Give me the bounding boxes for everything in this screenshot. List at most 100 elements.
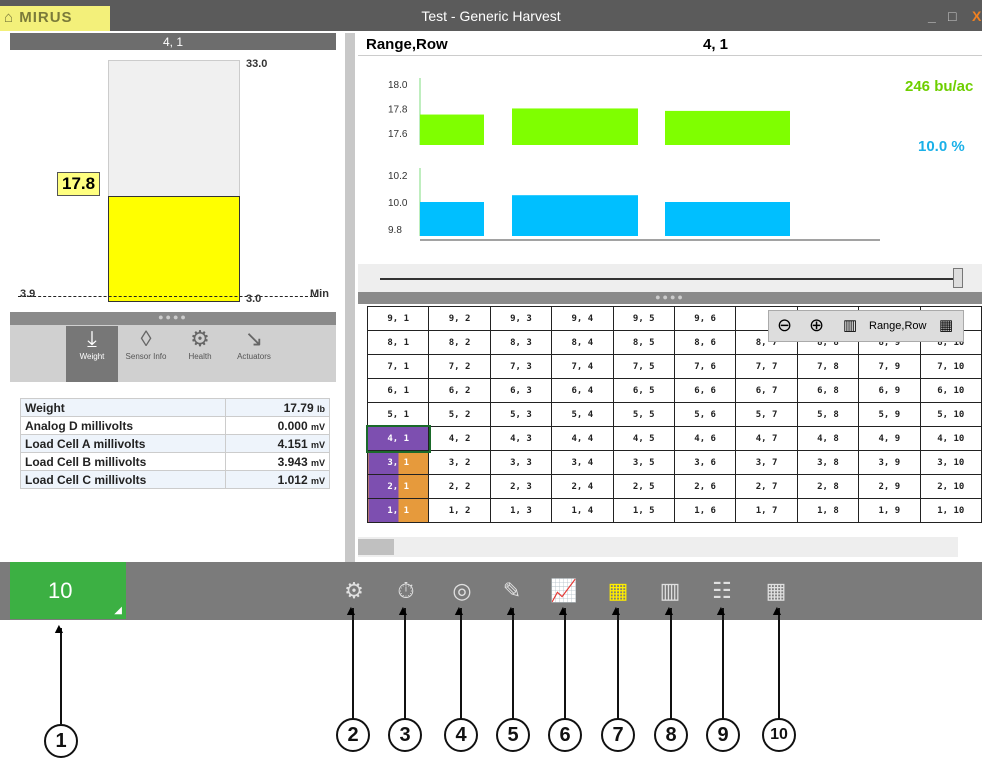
grid-cell[interactable]: 9, 1: [366, 306, 430, 331]
grid-cell[interactable]: 8, 6: [673, 330, 737, 355]
grid-cell[interactable]: 5, 4: [551, 402, 614, 427]
grid-cell[interactable]: 4, 1: [365, 424, 431, 453]
grid-cell[interactable]: 4, 8: [796, 426, 860, 451]
grid-cell[interactable]: 2, 5: [612, 474, 675, 499]
grid-cell[interactable]: 5, 1: [366, 402, 430, 427]
grid-cell[interactable]: 8, 4: [551, 330, 614, 355]
grid-cell[interactable]: 2, 1: [366, 474, 430, 499]
grid-cell[interactable]: 3, 8: [796, 450, 860, 475]
zoom-out-icon[interactable]: ⊖: [777, 315, 792, 336]
grid-cell[interactable]: 7, 4: [551, 354, 614, 379]
maximize-button[interactable]: □: [948, 8, 956, 24]
right-panel-splitter[interactable]: ●●●●: [358, 292, 982, 304]
grid-cell[interactable]: 5, 2: [428, 402, 491, 427]
grid-cell[interactable]: 3, 7: [735, 450, 798, 475]
minimize-button[interactable]: _: [928, 8, 936, 24]
grid-cell[interactable]: 4, 6: [673, 426, 737, 451]
grid-cell[interactable]: 4, 2: [428, 426, 491, 451]
grid-cell[interactable]: 6, 4: [551, 378, 614, 403]
grid-cell[interactable]: 3, 4: [551, 450, 614, 475]
grid-cell[interactable]: 5, 6: [673, 402, 737, 427]
grid-cell[interactable]: 2, 6: [673, 474, 737, 499]
grid-cell[interactable]: 1, 5: [612, 498, 675, 523]
grid-cell[interactable]: 3, 2: [428, 450, 491, 475]
grid-cell[interactable]: 2, 3: [489, 474, 553, 499]
grid-cell[interactable]: 1, 4: [551, 498, 614, 523]
zoom-in-icon[interactable]: ⊕: [809, 315, 824, 336]
grid-cell[interactable]: 6, 8: [796, 378, 860, 403]
grid-cell[interactable]: 4, 10: [919, 426, 982, 451]
grid-cell[interactable]: 7, 2: [428, 354, 491, 379]
grid-cell[interactable]: 1, 9: [858, 498, 921, 523]
tab-weight[interactable]: ⤓ Weight: [66, 326, 118, 382]
grid-cell[interactable]: 1, 7: [735, 498, 798, 523]
grid-cell[interactable]: 7, 8: [796, 354, 860, 379]
grid-cell[interactable]: 5, 3: [489, 402, 553, 427]
grid-cell[interactable]: 7, 3: [489, 354, 553, 379]
grid-cell[interactable]: 1, 2: [428, 498, 491, 523]
grid-cell[interactable]: 2, 10: [919, 474, 982, 499]
grid-cell[interactable]: 8, 5: [612, 330, 675, 355]
grid-cell[interactable]: 3, 1: [366, 450, 430, 475]
tab-health[interactable]: ⚙ Health: [174, 326, 226, 382]
grid-cell[interactable]: 7, 9: [858, 354, 921, 379]
timeline-scrollbar[interactable]: [358, 264, 982, 292]
grid-cell[interactable]: 4, 9: [858, 426, 921, 451]
grid-cell[interactable]: 3, 3: [489, 450, 553, 475]
grid-cell[interactable]: 8, 1: [366, 330, 430, 355]
grid-cell[interactable]: 9, 5: [612, 306, 675, 331]
grid-cell[interactable]: 9, 6: [673, 306, 737, 331]
vertical-splitter[interactable]: [345, 33, 355, 563]
grid-cell[interactable]: 6, 7: [735, 378, 798, 403]
barcode-icon[interactable]: ▥: [843, 316, 857, 334]
grid-cell[interactable]: 5, 7: [735, 402, 798, 427]
close-button[interactable]: X: [972, 8, 981, 24]
grid-cell[interactable]: 6, 10: [919, 378, 982, 403]
grid-cell[interactable]: 4, 3: [489, 426, 553, 451]
grid-cell[interactable]: 5, 9: [858, 402, 921, 427]
grid-cell[interactable]: 7, 7: [735, 354, 798, 379]
grid-cell[interactable]: 4, 4: [551, 426, 614, 451]
grid-cell[interactable]: 9, 2: [428, 306, 491, 331]
grid-cell[interactable]: 6, 3: [489, 378, 553, 403]
grid-cell[interactable]: 7, 10: [919, 354, 982, 379]
grid-cell[interactable]: 6, 9: [858, 378, 921, 403]
grid-cell[interactable]: 2, 7: [735, 474, 798, 499]
grid-cell[interactable]: 1, 6: [673, 498, 737, 523]
grid-cell[interactable]: 2, 2: [428, 474, 491, 499]
counter-button[interactable]: 10 ◢: [10, 562, 126, 619]
grid-cell[interactable]: 3, 5: [612, 450, 675, 475]
grid-cell[interactable]: 2, 8: [796, 474, 860, 499]
grid-cell[interactable]: 6, 1: [366, 378, 430, 403]
grid-cell[interactable]: 8, 2: [428, 330, 491, 355]
grid-cell[interactable]: 7, 6: [673, 354, 737, 379]
timeline-thumb[interactable]: [953, 268, 963, 288]
tab-actuators[interactable]: ↘ Actuators: [228, 326, 280, 382]
grid-cell[interactable]: 1, 8: [796, 498, 860, 523]
grid-cell[interactable]: 7, 1: [366, 354, 430, 379]
grid-cell[interactable]: 1, 1: [366, 498, 430, 523]
grid-cell[interactable]: 3, 6: [673, 450, 737, 475]
grid-cell[interactable]: 9, 4: [551, 306, 614, 331]
grid-cell[interactable]: 1, 3: [489, 498, 553, 523]
tab-sensor-info[interactable]: ◊ Sensor Info: [120, 326, 172, 382]
grid-cell[interactable]: 9, 3: [489, 306, 553, 331]
grid-cell[interactable]: 7, 5: [612, 354, 675, 379]
grid-cell[interactable]: 5, 10: [919, 402, 982, 427]
left-panel-splitter[interactable]: ●●●●: [10, 312, 336, 325]
range-row-label[interactable]: Range,Row: [869, 320, 926, 332]
grid-hscrollbar[interactable]: [358, 537, 958, 557]
grid-cell[interactable]: 2, 4: [551, 474, 614, 499]
grid-cell[interactable]: 4, 5: [612, 426, 675, 451]
hscroll-thumb[interactable]: [358, 539, 394, 555]
grid-cell[interactable]: 6, 5: [612, 378, 675, 403]
grid-cell[interactable]: 1, 10: [919, 498, 982, 523]
grid-cell[interactable]: 3, 10: [919, 450, 982, 475]
grid-cell[interactable]: 6, 2: [428, 378, 491, 403]
grid-cell[interactable]: 4, 7: [735, 426, 798, 451]
grid-cell[interactable]: 5, 8: [796, 402, 860, 427]
grid-cell[interactable]: 5, 5: [612, 402, 675, 427]
grid-cell[interactable]: 8, 3: [489, 330, 553, 355]
map-small-icon[interactable]: ▦: [939, 316, 953, 334]
grid-cell[interactable]: 6, 6: [673, 378, 737, 403]
